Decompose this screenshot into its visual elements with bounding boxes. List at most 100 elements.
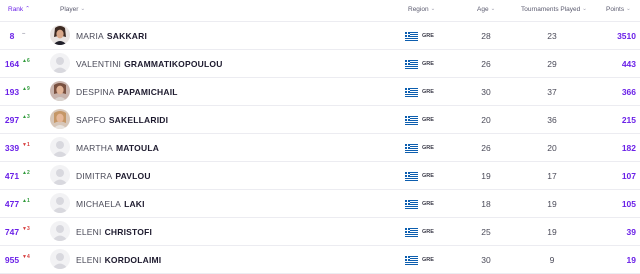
avatar [50, 53, 70, 73]
country-code: GRE [422, 173, 434, 179]
rank-value: 747 [4, 227, 20, 237]
age-value: 26 [481, 59, 491, 69]
rank-value: 297 [4, 115, 20, 125]
rank-value: 955 [4, 255, 20, 265]
chevron-down-icon: ⌄ [626, 6, 631, 12]
greece-flag-icon [405, 144, 418, 153]
tournaments-played-value: 36 [547, 115, 557, 125]
avatar [50, 221, 70, 241]
rank-movement: – [22, 31, 26, 37]
player-name[interactable]: SAPFO SAKELLARIDI [76, 115, 168, 125]
points-value: 215 [621, 115, 636, 125]
age-value: 30 [481, 255, 491, 265]
chevron-down-icon: ⌄ [80, 6, 86, 12]
points-value: 19 [626, 255, 636, 265]
country-code: GRE [422, 117, 434, 123]
sort-ascending-icon: ⌃ [25, 6, 30, 12]
country-code: GRE [422, 201, 434, 207]
country-code: GRE [422, 61, 434, 67]
avatar [50, 249, 70, 269]
greece-flag-icon [405, 256, 418, 265]
player-first-name: DESPINA [76, 87, 115, 97]
rank-value: 8 [9, 31, 15, 41]
tournaments-played-value: 19 [547, 227, 557, 237]
age-value: 30 [481, 87, 491, 97]
player-name[interactable]: DESPINA PAPAMICHAIL [76, 87, 178, 97]
age-value: 25 [481, 227, 491, 237]
points-column-header[interactable]: Points ⌄ [606, 6, 631, 13]
table-row[interactable]: 477 ▲1 MICHAELA LAKI GRE 18 19 105 [0, 190, 640, 218]
player-name[interactable]: ELENI KORDOLAIMI [76, 255, 161, 265]
rank-value: 477 [4, 199, 20, 209]
rank-movement: ▲6 [22, 58, 30, 64]
points-value: 39 [626, 227, 636, 237]
tournaments-played-value: 29 [547, 59, 557, 69]
age-column-header[interactable]: Age ⌄ [477, 6, 495, 13]
player-column-header[interactable]: Player ⌄ [60, 6, 85, 13]
avatar [50, 193, 70, 213]
chevron-down-icon: ⌄ [582, 6, 587, 12]
rank-movement: ▲3 [22, 114, 30, 120]
player-name[interactable]: VALENTINI GRAMMATIKOPOULOU [76, 59, 223, 69]
age-value: 28 [481, 31, 491, 41]
table-row[interactable]: 8 – MARIA SAKKARI GRE 28 23 3510 [0, 22, 640, 50]
player-name[interactable]: MARIA SAKKARI [76, 31, 147, 41]
greece-flag-icon [405, 172, 418, 181]
player-first-name: SAPFO [76, 115, 106, 125]
player-name[interactable]: DIMITRA PAVLOU [76, 171, 151, 181]
player-last-name: PAVLOU [115, 171, 151, 181]
points-value: 107 [621, 171, 636, 181]
rank-movement: ▼3 [22, 226, 30, 232]
table-row[interactable]: 164 ▲6 VALENTINI GRAMMATIKOPOULOU GRE 26 29 443 [0, 50, 640, 78]
table-row[interactable]: 955 ▼4 ELENI KORDOLAIMI GRE 30 9 19 [0, 246, 640, 274]
points-value: 3510 [617, 31, 636, 41]
age-value: 19 [481, 171, 491, 181]
rank-column-header[interactable]: Rank ⌃ [8, 6, 30, 13]
table-row[interactable]: 471 ▲2 DIMITRA PAVLOU GRE 19 17 107 [0, 162, 640, 190]
points-value: 366 [621, 87, 636, 97]
player-last-name: LAKI [124, 199, 145, 209]
region-column-header[interactable]: Region ⌄ [408, 6, 435, 13]
table-row[interactable]: 297 ▲3 SAPFO SAKELLARIDI GRE 20 36 215 [0, 106, 640, 134]
avatar [50, 137, 70, 157]
age-value: 20 [481, 115, 491, 125]
greece-flag-icon [405, 116, 418, 125]
greece-flag-icon [405, 200, 418, 209]
table-row[interactable]: 747 ▼3 ELENI CHRISTOFI GRE 25 19 39 [0, 218, 640, 246]
tournaments-played-column-header[interactable]: Tournaments Played ⌄ [521, 6, 587, 13]
player-name[interactable]: ELENI CHRISTOFI [76, 227, 152, 237]
player-last-name: PAPAMICHAIL [117, 87, 178, 97]
tournaments-played-value: 19 [547, 199, 557, 209]
points-value: 443 [621, 59, 636, 69]
points-value: 182 [621, 143, 636, 153]
player-first-name: VALENTINI [76, 59, 122, 69]
player-last-name: SAKELLARIDI [108, 115, 169, 125]
player-first-name: ELENI [76, 255, 102, 265]
player-first-name: MARTHA [76, 143, 113, 153]
table-row[interactable]: 193 ▲9 DESPINA PAPAMICHAIL GRE 30 37 366 [0, 78, 640, 106]
avatar [50, 165, 70, 185]
rank-value: 471 [4, 171, 20, 181]
chevron-down-icon: ⌄ [490, 6, 496, 12]
greece-flag-icon [405, 32, 418, 41]
points-value: 105 [621, 199, 636, 209]
country-code: GRE [422, 89, 434, 95]
avatar [50, 25, 70, 45]
player-last-name: KORDOLAIMI [104, 255, 162, 265]
avatar [50, 109, 70, 129]
player-last-name: SAKKARI [106, 31, 148, 41]
player-name[interactable]: MARTHA MATOULA [76, 143, 159, 153]
rank-value: 193 [4, 87, 20, 97]
player-last-name: CHRISTOFI [104, 227, 153, 237]
rankings-table: Rank ⌃ Player ⌄ Region ⌄ Age ⌄ Tournaments P… [0, 0, 640, 274]
rank-value: 339 [4, 143, 20, 153]
country-code: GRE [422, 33, 434, 39]
greece-flag-icon [405, 88, 418, 97]
age-value: 18 [481, 199, 491, 209]
player-last-name: MATOULA [115, 143, 160, 153]
player-name[interactable]: MICHAELA LAKI [76, 199, 145, 209]
tournaments-played-value: 17 [547, 171, 557, 181]
table-row[interactable]: 339 ▼1 MARTHA MATOULA GRE 26 20 182 [0, 134, 640, 162]
player-first-name: ELENI [76, 227, 102, 237]
country-code: GRE [422, 145, 434, 151]
